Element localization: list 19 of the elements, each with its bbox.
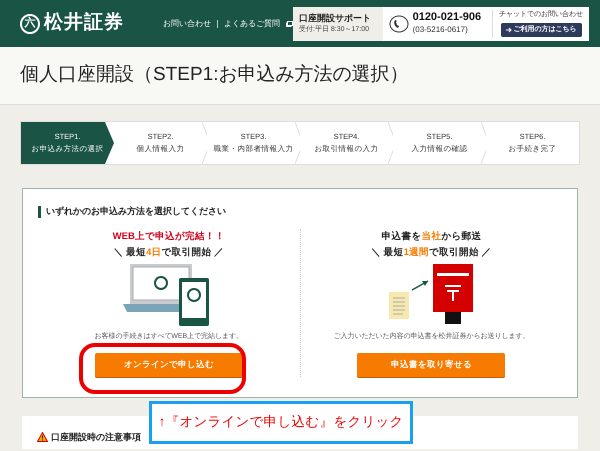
method-headline: 申込書を当社から郵送 <box>381 230 482 244</box>
logo-text[interactable]: 松井証券 <box>44 9 124 38</box>
method-subline: ＼ 最短1週間で取引開始 ／ <box>370 246 492 260</box>
header-link[interactable]: お問い合わせ <box>163 18 211 30</box>
notice-heading: 口座開設時の注意事項 <box>51 432 141 442</box>
arrow-icon <box>506 26 512 33</box>
callout-text: ↑『オンラインで申し込む』をクリック <box>158 413 404 432</box>
page-title: 個人口座開設（STEP1:お申込み方法の選択） <box>20 63 408 88</box>
external-link-icon <box>286 20 293 26</box>
method-headline: WEB上で申込が完結！！ <box>112 230 225 244</box>
section-heading: いずれかのお申込み方法を選択してください <box>46 205 226 218</box>
method-subline: ＼ 最短4日 で取引開始 ／ <box>113 246 224 260</box>
phone-number: 0120-021-906 <box>412 10 482 24</box>
logo-mark[interactable]: 六 <box>20 14 40 34</box>
support-title: 口座開設サポート <box>299 12 372 24</box>
phone-icon <box>388 14 409 32</box>
warning-icon <box>37 432 48 442</box>
header-link[interactable]: よくあるご質問 <box>224 18 280 30</box>
phone-number-alt: (03-5216-0617) <box>412 24 469 36</box>
